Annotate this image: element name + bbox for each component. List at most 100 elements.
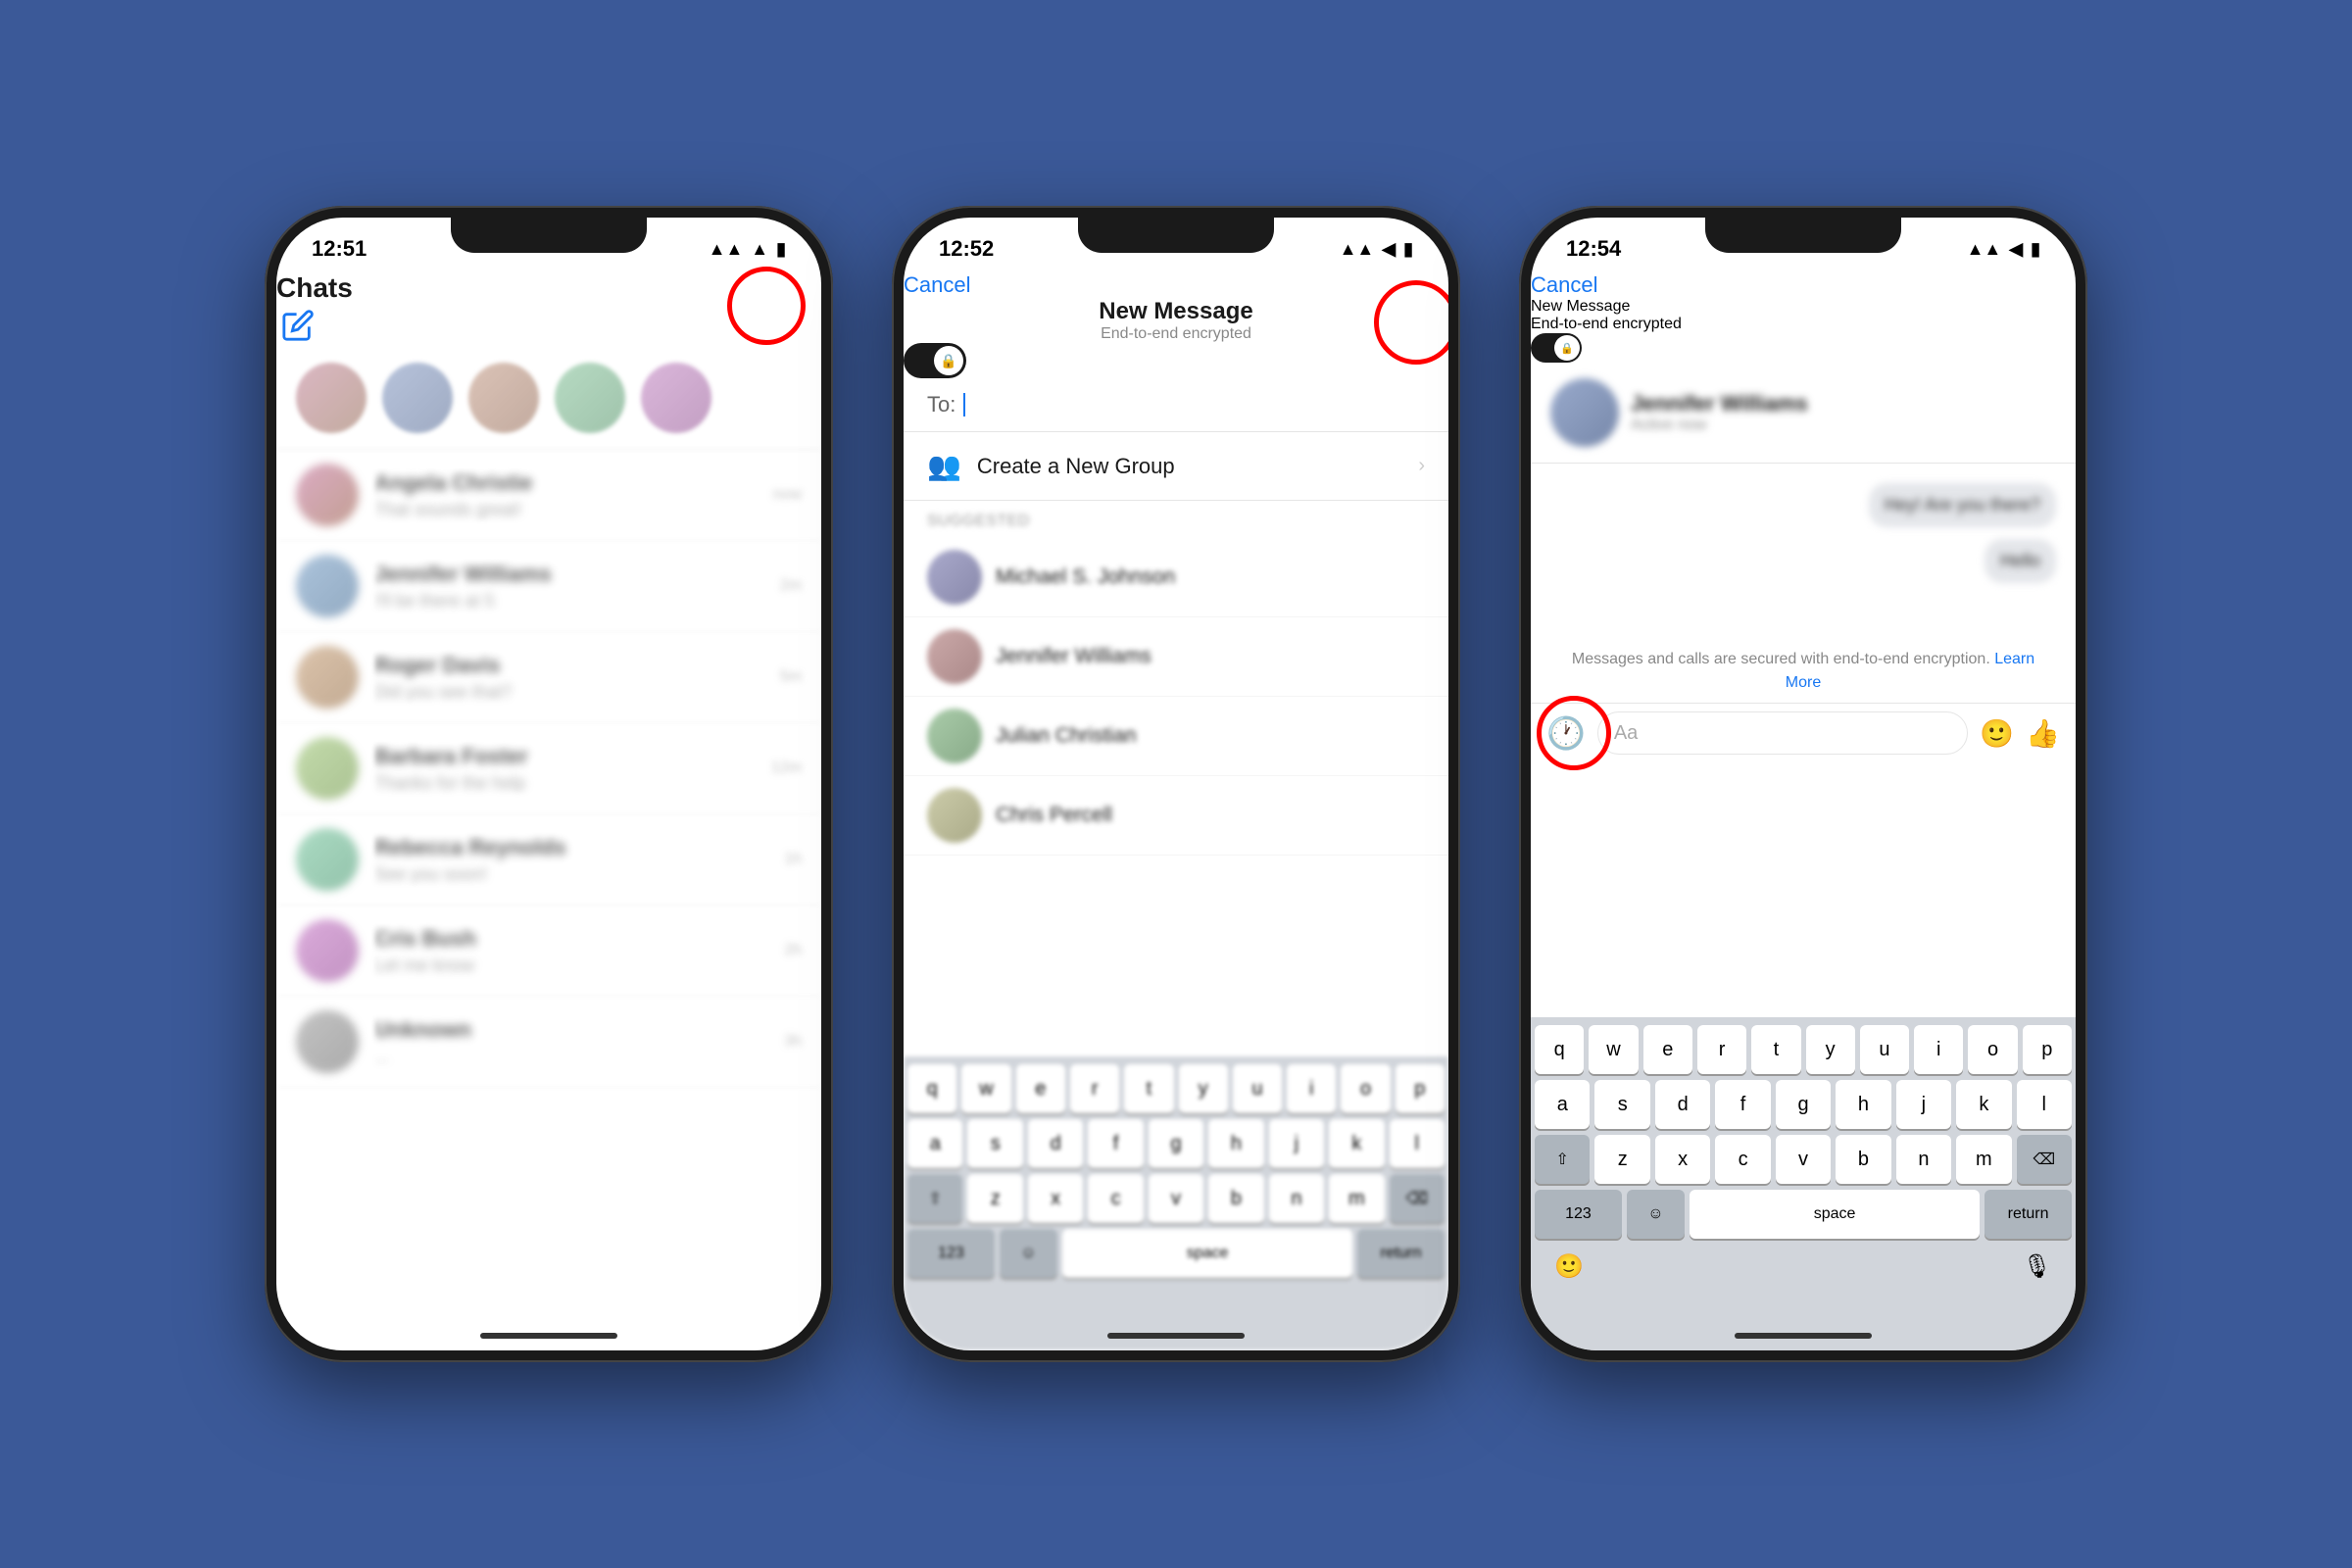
123-key[interactable]: 123 [1535, 1190, 1622, 1239]
key-u[interactable]: u [1860, 1025, 1909, 1074]
key-b[interactable]: b [1208, 1174, 1263, 1223]
key-l[interactable]: l [2017, 1080, 2072, 1129]
phone-3: 12:54 ▲▲ ◀ ▮ Cancel New Message End-to-e… [1519, 206, 2087, 1362]
contact-avatar [927, 788, 982, 843]
key-f[interactable]: f [1088, 1119, 1143, 1168]
key-c[interactable]: c [1715, 1135, 1770, 1184]
key-r[interactable]: r [1070, 1064, 1119, 1113]
key-d[interactable]: d [1655, 1080, 1710, 1129]
chat-item[interactable]: Cris Bush Let me know 2h [276, 906, 821, 997]
create-group-row[interactable]: 👥 Create a New Group › [904, 432, 1448, 501]
key-a[interactable]: a [1535, 1080, 1590, 1129]
chat-item[interactable]: Roger Davis Did you see that? 5m [276, 632, 821, 723]
key-z[interactable]: z [967, 1174, 1022, 1223]
key-s[interactable]: s [1594, 1080, 1649, 1129]
key-x[interactable]: x [1028, 1174, 1083, 1223]
delete-key[interactable]: ⌫ [2017, 1135, 2072, 1184]
key-m[interactable]: m [1329, 1174, 1384, 1223]
key-i[interactable]: i [1287, 1064, 1336, 1113]
message-bubble: Hey! Are you there? [1869, 483, 2056, 527]
contact-item[interactable]: Michael S. Johnson [904, 538, 1448, 617]
key-c[interactable]: c [1088, 1174, 1143, 1223]
key-j[interactable]: j [1269, 1119, 1324, 1168]
compose-button[interactable] [276, 304, 319, 347]
key-l[interactable]: l [1390, 1119, 1445, 1168]
shift-key[interactable]: ⇧ [907, 1174, 962, 1223]
nav-center-3: New Message End-to-end encrypted [1531, 298, 2076, 333]
key-q[interactable]: q [1535, 1025, 1584, 1074]
key-g[interactable]: g [1149, 1119, 1203, 1168]
key-u[interactable]: u [1233, 1064, 1282, 1113]
contact-name: Chris Percell [996, 804, 1112, 827]
123-key[interactable]: 123 [907, 1229, 995, 1278]
emoji-key[interactable]: ☺ [1000, 1229, 1057, 1278]
emoji-key[interactable]: ☺ [1627, 1190, 1685, 1239]
to-field-2[interactable]: To: [904, 378, 1448, 432]
key-y[interactable]: y [1806, 1025, 1855, 1074]
emoji-toolbar-icon[interactable]: 🙂 [1980, 717, 2014, 750]
key-n[interactable]: n [1896, 1135, 1951, 1184]
contact-item[interactable]: Chris Percell [904, 776, 1448, 856]
key-t[interactable]: t [1751, 1025, 1800, 1074]
key-w[interactable]: w [961, 1064, 1010, 1113]
key-o[interactable]: o [1341, 1064, 1390, 1113]
key-w[interactable]: w [1589, 1025, 1638, 1074]
key-i[interactable]: i [1914, 1025, 1963, 1074]
key-s[interactable]: s [967, 1119, 1022, 1168]
key-e[interactable]: e [1643, 1025, 1692, 1074]
delete-key[interactable]: ⌫ [1390, 1174, 1445, 1223]
chat-preview: I'll be there at 5 [374, 591, 764, 612]
cancel-button-2[interactable]: Cancel [904, 272, 970, 297]
key-v[interactable]: v [1149, 1174, 1203, 1223]
emoji-face-icon[interactable]: 🙂 [1554, 1252, 1584, 1281]
key-h[interactable]: h [1836, 1080, 1890, 1129]
key-p[interactable]: p [1396, 1064, 1445, 1113]
key-r[interactable]: r [1697, 1025, 1746, 1074]
chat-item[interactable]: Barbara Foster Thanks for the help 12m [276, 723, 821, 814]
key-f[interactable]: f [1715, 1080, 1770, 1129]
space-key[interactable]: space [1062, 1229, 1352, 1278]
key-t[interactable]: t [1124, 1064, 1173, 1113]
space-key[interactable]: space [1690, 1190, 1980, 1239]
history-icon[interactable]: 🕐 [1546, 714, 1586, 752]
shift-key[interactable]: ⇧ [1535, 1135, 1590, 1184]
key-x[interactable]: x [1655, 1135, 1710, 1184]
message-input-3[interactable]: Aa [1597, 711, 1968, 755]
chat-item[interactable]: Unknown ... 3h [276, 997, 821, 1088]
key-m[interactable]: m [1956, 1135, 2011, 1184]
contact-item[interactable]: Julian Christian [904, 697, 1448, 776]
thumbs-up-icon[interactable]: 👍 [2026, 717, 2060, 750]
return-key[interactable]: return [1984, 1190, 2072, 1239]
mic-icon[interactable]: 🎙 [2023, 1252, 2052, 1281]
encryption-toggle-3[interactable]: 🔒 [1531, 333, 1582, 363]
key-k[interactable]: k [1329, 1119, 1384, 1168]
chat-item[interactable]: Jennifer Williams I'll be there at 5 2m [276, 541, 821, 632]
key-q[interactable]: q [907, 1064, 956, 1113]
key-o[interactable]: o [1968, 1025, 2017, 1074]
return-key[interactable]: return [1357, 1229, 1445, 1278]
key-e[interactable]: e [1016, 1064, 1065, 1113]
key-v[interactable]: v [1776, 1135, 1831, 1184]
wifi-icon: ◀ [1382, 239, 1396, 260]
key-k[interactable]: k [1956, 1080, 2011, 1129]
suggested-label: SUGGESTED [904, 501, 1448, 538]
chat-item[interactable]: Rebecca Reynolds See you soon! 1h [276, 814, 821, 906]
key-y[interactable]: y [1179, 1064, 1228, 1113]
key-p[interactable]: p [2023, 1025, 2072, 1074]
key-z[interactable]: z [1594, 1135, 1649, 1184]
input-placeholder: Aa [1614, 722, 1638, 745]
key-a[interactable]: a [907, 1119, 962, 1168]
key-g[interactable]: g [1776, 1080, 1831, 1129]
key-d[interactable]: d [1028, 1119, 1083, 1168]
highlight-circle-1 [727, 267, 806, 345]
chat-preview: Let me know [374, 956, 768, 976]
encryption-toggle-2[interactable]: 🔒 [904, 343, 966, 378]
key-h[interactable]: h [1208, 1119, 1263, 1168]
cancel-button-3[interactable]: Cancel [1531, 272, 1597, 297]
key-b[interactable]: b [1836, 1135, 1890, 1184]
chat-item[interactable]: Angela Christie That sounds great! now [276, 450, 821, 541]
contact-item[interactable]: Jennifer Williams [904, 617, 1448, 697]
key-j[interactable]: j [1896, 1080, 1951, 1129]
time-1: 12:51 [312, 236, 367, 262]
key-n[interactable]: n [1269, 1174, 1324, 1223]
